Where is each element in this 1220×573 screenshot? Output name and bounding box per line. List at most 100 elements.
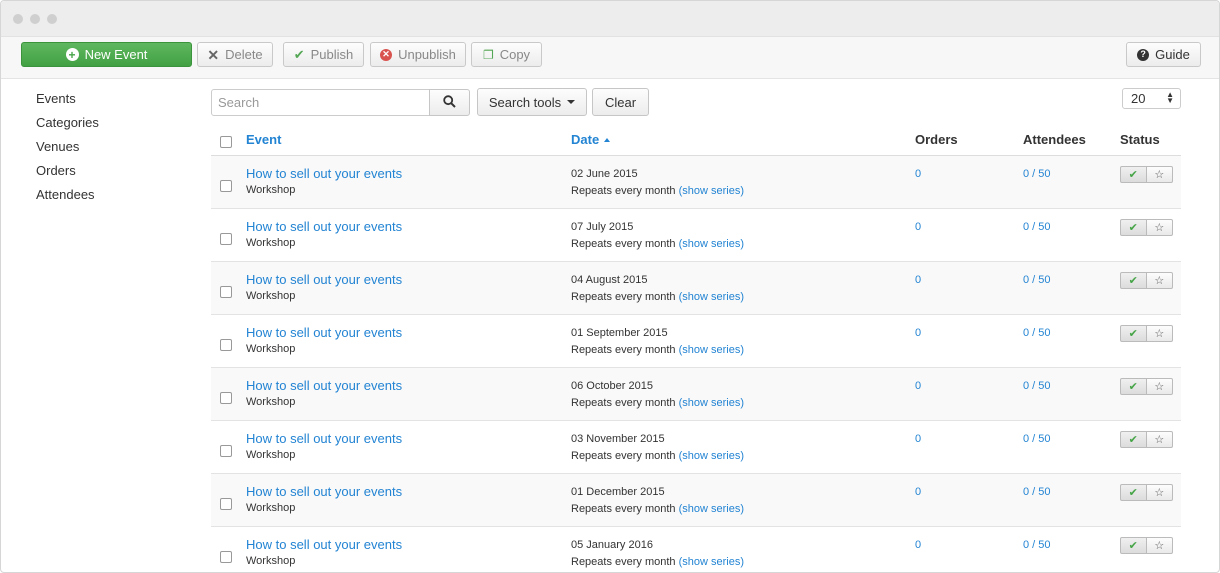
check-icon: ✔ <box>1128 540 1138 552</box>
show-series-link[interactable]: (show series) <box>679 291 744 303</box>
sidebar-item-orders[interactable]: Orders <box>36 162 99 186</box>
unpublish-label: Unpublish <box>398 47 456 62</box>
header-event[interactable]: Event <box>246 132 281 147</box>
row-checkbox[interactable] <box>220 180 232 192</box>
show-series-link[interactable]: (show series) <box>679 450 744 462</box>
window-minimize-dot[interactable] <box>30 14 40 24</box>
status-toggles: ✔ ☆ <box>1120 166 1173 183</box>
orders-count-link[interactable]: 0 <box>915 380 921 392</box>
published-toggle[interactable]: ✔ <box>1120 431 1147 448</box>
sidebar-item-categories[interactable]: Categories <box>36 114 99 138</box>
published-toggle[interactable]: ✔ <box>1120 272 1147 289</box>
attendees-count-link[interactable]: 0 / 50 <box>1023 539 1051 551</box>
event-category: Workshop <box>246 290 296 302</box>
row-checkbox[interactable] <box>220 445 232 457</box>
publish-button[interactable]: ✔ Publish <box>283 42 364 67</box>
show-series-link[interactable]: (show series) <box>679 185 744 197</box>
event-title-link[interactable]: How to sell out your events <box>246 272 402 287</box>
event-title-link[interactable]: How to sell out your events <box>246 537 402 552</box>
table-row: How to sell out your events Workshop 07 … <box>211 209 1181 262</box>
featured-toggle[interactable]: ☆ <box>1146 219 1173 236</box>
unpublish-button[interactable]: ✕ Unpublish <box>370 42 466 67</box>
event-title-link[interactable]: How to sell out your events <box>246 325 402 340</box>
orders-count-link[interactable]: 0 <box>915 433 921 445</box>
event-title-link[interactable]: How to sell out your events <box>246 166 402 181</box>
event-repeat: Repeats every month (show series) <box>571 556 744 568</box>
sidebar-item-attendees[interactable]: Attendees <box>36 186 99 210</box>
orders-count-link[interactable]: 0 <box>915 221 921 233</box>
select-all-checkbox[interactable] <box>220 136 232 148</box>
copy-button[interactable]: ❐ Copy <box>471 42 542 67</box>
show-series-link[interactable]: (show series) <box>679 344 744 356</box>
check-icon: ✔ <box>1128 169 1138 181</box>
featured-toggle[interactable]: ☆ <box>1146 325 1173 342</box>
sort-asc-icon <box>604 138 611 142</box>
event-category: Workshop <box>246 502 296 514</box>
event-title-link[interactable]: How to sell out your events <box>246 378 402 393</box>
status-toggles: ✔ ☆ <box>1120 325 1173 342</box>
attendees-count-link[interactable]: 0 / 50 <box>1023 486 1051 498</box>
new-event-button[interactable]: + New Event <box>21 42 192 67</box>
event-date: 02 June 2015 <box>571 168 638 180</box>
orders-count-link[interactable]: 0 <box>915 274 921 286</box>
show-series-link[interactable]: (show series) <box>679 503 744 515</box>
attendees-count-link[interactable]: 0 / 50 <box>1023 221 1051 233</box>
published-toggle[interactable]: ✔ <box>1120 219 1147 236</box>
search-tools-button[interactable]: Search tools <box>477 88 587 116</box>
attendees-count-link[interactable]: 0 / 50 <box>1023 433 1051 445</box>
repeat-text: Repeats every month <box>571 450 676 462</box>
delete-button[interactable]: ✕ Delete <box>197 42 273 67</box>
search-icon <box>443 94 456 111</box>
published-toggle[interactable]: ✔ <box>1120 484 1147 501</box>
attendees-count-link[interactable]: 0 / 50 <box>1023 327 1051 339</box>
featured-toggle[interactable]: ☆ <box>1146 378 1173 395</box>
event-repeat: Repeats every month (show series) <box>571 344 744 356</box>
check-icon: ✔ <box>1128 381 1138 393</box>
row-checkbox[interactable] <box>220 551 232 563</box>
event-date: 04 August 2015 <box>571 274 648 286</box>
orders-count-link[interactable]: 0 <box>915 327 921 339</box>
published-toggle[interactable]: ✔ <box>1120 378 1147 395</box>
window-close-dot[interactable] <box>13 14 23 24</box>
clear-button[interactable]: Clear <box>592 88 649 116</box>
header-attendees: Attendees <box>1023 132 1086 147</box>
search-input[interactable]: Search <box>211 89 430 116</box>
star-icon: ☆ <box>1154 434 1165 446</box>
row-checkbox[interactable] <box>220 339 232 351</box>
header-date[interactable]: Date <box>571 132 611 147</box>
row-checkbox[interactable] <box>220 286 232 298</box>
guide-button[interactable]: ? Guide <box>1126 42 1201 67</box>
sidebar-item-venues[interactable]: Venues <box>36 138 99 162</box>
list-limit-select[interactable]: 20 ▲ ▼ <box>1122 88 1181 109</box>
featured-toggle[interactable]: ☆ <box>1146 484 1173 501</box>
attendees-count-link[interactable]: 0 / 50 <box>1023 274 1051 286</box>
published-toggle[interactable]: ✔ <box>1120 537 1147 554</box>
show-series-link[interactable]: (show series) <box>679 397 744 409</box>
attendees-count-link[interactable]: 0 / 50 <box>1023 168 1051 180</box>
check-icon: ✔ <box>1128 328 1138 340</box>
published-toggle[interactable]: ✔ <box>1120 166 1147 183</box>
search-tools-label: Search tools <box>488 94 562 110</box>
row-checkbox[interactable] <box>220 233 232 245</box>
event-category: Workshop <box>246 184 296 196</box>
event-title-link[interactable]: How to sell out your events <box>246 484 402 499</box>
window-maximize-dot[interactable] <box>47 14 57 24</box>
row-checkbox[interactable] <box>220 392 232 404</box>
featured-toggle[interactable]: ☆ <box>1146 431 1173 448</box>
sidebar-item-events[interactable]: Events <box>36 90 99 114</box>
featured-toggle[interactable]: ☆ <box>1146 166 1173 183</box>
featured-toggle[interactable]: ☆ <box>1146 272 1173 289</box>
search-button[interactable] <box>429 89 470 116</box>
event-date: 07 July 2015 <box>571 221 634 233</box>
orders-count-link[interactable]: 0 <box>915 168 921 180</box>
attendees-count-link[interactable]: 0 / 50 <box>1023 380 1051 392</box>
show-series-link[interactable]: (show series) <box>679 556 744 568</box>
event-title-link[interactable]: How to sell out your events <box>246 431 402 446</box>
published-toggle[interactable]: ✔ <box>1120 325 1147 342</box>
row-checkbox[interactable] <box>220 498 232 510</box>
event-title-link[interactable]: How to sell out your events <box>246 219 402 234</box>
featured-toggle[interactable]: ☆ <box>1146 537 1173 554</box>
show-series-link[interactable]: (show series) <box>679 238 744 250</box>
orders-count-link[interactable]: 0 <box>915 486 921 498</box>
orders-count-link[interactable]: 0 <box>915 539 921 551</box>
